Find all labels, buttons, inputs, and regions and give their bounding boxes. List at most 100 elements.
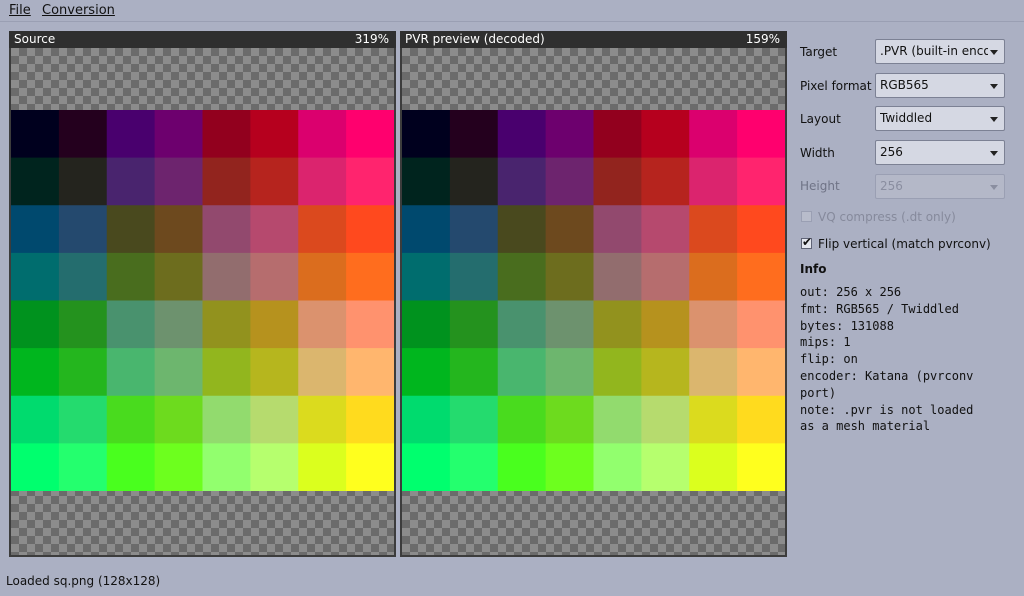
pixel-tile: [737, 443, 785, 491]
pixel-tile: [11, 443, 60, 491]
pixel-tile: [154, 348, 204, 397]
width-select[interactable]: 256: [875, 140, 1005, 165]
pixel-tile: [154, 395, 204, 445]
preview-canvas[interactable]: [402, 48, 785, 555]
info-line: out: 256 x 256: [800, 285, 902, 299]
pixel-tile: [641, 110, 690, 159]
pixel-tile: [593, 110, 643, 159]
pixel-tile: [689, 157, 738, 206]
vq-compress-label: VQ compress (.dt only): [818, 210, 956, 224]
pixel-tile: [154, 157, 204, 206]
source-zoom-label: 319%: [354, 32, 389, 46]
pixel-tile: [689, 300, 738, 349]
pixel-tile: [545, 252, 595, 302]
preview-panel: PVR preview (decoded) 159%: [400, 31, 787, 557]
info-text: out: 256 x 256 fmt: RGB565 / Twiddled by…: [800, 284, 985, 435]
pixel-tile: [298, 300, 347, 349]
height-select: 256: [875, 174, 1005, 199]
pixel-tile: [346, 157, 394, 206]
pixel-tile: [154, 300, 204, 349]
preview-panel-header: PVR preview (decoded) 159%: [400, 31, 787, 48]
pixel-tile: [545, 157, 595, 206]
pixel-tile: [346, 205, 394, 254]
pixel-tile: [106, 395, 156, 445]
pixel-tile: [11, 348, 60, 397]
pixel-tile: [689, 110, 738, 159]
pixel-tile: [593, 157, 643, 206]
pixel-tile: [11, 395, 60, 445]
pixel-tile: [202, 110, 252, 159]
pixel-tile: [106, 205, 156, 254]
pixel-tile: [449, 205, 499, 254]
checkmark-icon: ✔: [802, 235, 813, 249]
width-value: 256: [880, 145, 903, 159]
pixel-tile: [545, 300, 595, 349]
pixel-tile: [497, 205, 547, 254]
pixel-tile: [11, 300, 60, 349]
pixel-tile: [641, 348, 690, 397]
height-value: 256: [880, 179, 903, 193]
pixel-tile: [689, 395, 738, 445]
pixel-tile: [250, 395, 299, 445]
pixel-tile: [346, 252, 394, 302]
pixel-tile: [593, 395, 643, 445]
pixel-tile: [250, 205, 299, 254]
flip-vertical-box[interactable]: ✔: [801, 235, 813, 249]
pixel-tile: [106, 300, 156, 349]
pixel-tile: [402, 443, 451, 491]
source-canvas[interactable]: [11, 48, 394, 555]
layout-value: Twiddled: [880, 111, 933, 125]
pixel-tile: [250, 348, 299, 397]
layout-select[interactable]: Twiddled: [875, 106, 1005, 131]
chevron-down-icon: [990, 185, 998, 190]
pixel-tile: [641, 395, 690, 445]
pixel-format-select[interactable]: RGB565: [875, 73, 1005, 98]
pixel-tile: [449, 110, 499, 159]
pixel-tile: [250, 110, 299, 159]
pixel-tile: [202, 157, 252, 206]
preview-zoom-label: 159%: [745, 32, 780, 46]
pixel-tile: [202, 252, 252, 302]
width-label: Width: [800, 146, 835, 160]
menu-conversion-label: Conversion: [42, 3, 115, 18]
pixel-tile: [202, 348, 252, 397]
pixel-tile: [497, 157, 547, 206]
source-panel-title: Source: [14, 32, 56, 46]
pixel-tile: [449, 348, 499, 397]
pixel-tile: [497, 300, 547, 349]
target-select[interactable]: .PVR (built-in encoc: [875, 39, 1005, 64]
pixel-tile: [154, 443, 204, 491]
pixel-tile: [298, 395, 347, 445]
source-panel: Source 319%: [9, 31, 396, 557]
pixel-tile: [106, 443, 156, 491]
pixel-tile: [58, 110, 108, 159]
pixel-tile: [641, 300, 690, 349]
info-line: flip: on: [800, 352, 858, 367]
chevron-down-icon: [990, 50, 998, 55]
menu-file[interactable]: File: [9, 3, 31, 18]
pixel-tile: [593, 300, 643, 349]
pixel-tile: [593, 348, 643, 397]
pixel-tile: [737, 205, 785, 254]
pixel-tile: [402, 205, 451, 254]
pixel-tile: [449, 395, 499, 445]
layout-label: Layout: [800, 112, 841, 126]
pixel-tile: [154, 252, 204, 302]
pixel-tile: [545, 395, 595, 445]
pixel-tile: [346, 395, 394, 445]
pixel-tile: [250, 443, 299, 491]
pixel-tile: [402, 157, 451, 206]
pixel-tile: [737, 300, 785, 349]
pixel-tile: [689, 252, 738, 302]
pixel-tile: [58, 348, 108, 397]
pixel-tile: [58, 443, 108, 491]
pixel-tile: [11, 110, 60, 159]
pixel-tile: [346, 348, 394, 397]
pixel-tile: [250, 252, 299, 302]
pixel-tile: [58, 205, 108, 254]
pixel-tile: [497, 252, 547, 302]
menu-conversion[interactable]: Conversion: [42, 3, 115, 18]
flip-vertical-label: Flip vertical (match pvrconv): [818, 237, 991, 251]
menu-file-label: File: [9, 3, 31, 18]
info-line: bytes: 131088: [800, 318, 894, 333]
